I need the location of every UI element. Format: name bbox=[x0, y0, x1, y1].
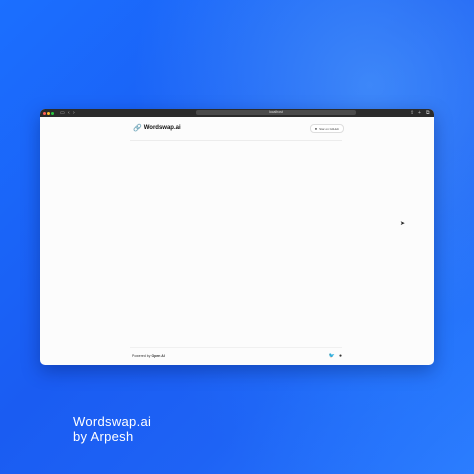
tabs-overview-icon[interactable]: ⧉ bbox=[426, 110, 430, 116]
chevron-right-icon[interactable]: › bbox=[73, 110, 75, 116]
star-on-github-button[interactable]: ● Star on GitHub bbox=[309, 124, 344, 133]
mouse-cursor-icon: ➤ bbox=[400, 221, 406, 227]
minimize-window-button[interactable] bbox=[47, 112, 50, 115]
caption-author: by Arpesh bbox=[73, 429, 134, 444]
app-footer: Powered by Open AI 🐦 ● bbox=[130, 347, 342, 365]
github-icon: ● bbox=[314, 126, 318, 131]
powered-by: Powered by Open AI bbox=[132, 354, 165, 358]
maximize-window-button[interactable] bbox=[51, 112, 54, 115]
link-icon: 🔗 bbox=[133, 125, 142, 132]
new-tab-icon[interactable]: + bbox=[418, 110, 421, 116]
sidebar-icon[interactable]: ▭ bbox=[60, 110, 65, 116]
powered-prefix: Powered by bbox=[132, 354, 151, 358]
app-logo[interactable]: 🔗 Wordswap.ai bbox=[133, 125, 181, 132]
powered-brand-link[interactable]: Open AI bbox=[151, 354, 164, 358]
close-window-button[interactable] bbox=[43, 112, 46, 115]
caption: Wordswap.ai by Arpesh bbox=[73, 414, 151, 444]
github-icon[interactable]: ● bbox=[339, 354, 342, 359]
chevron-left-icon[interactable]: ‹ bbox=[68, 110, 70, 116]
twitter-icon[interactable]: 🐦 bbox=[329, 354, 335, 359]
logo-text: Wordswap.ai bbox=[143, 125, 181, 131]
address-bar[interactable]: localhost bbox=[196, 110, 356, 115]
star-button-label: Star on GitHub bbox=[319, 126, 339, 131]
url-text: localhost bbox=[269, 110, 283, 114]
share-icon[interactable]: ⇪ bbox=[410, 110, 414, 116]
caption-title: Wordswap.ai bbox=[73, 414, 152, 429]
browser-titlebar: ▭ ‹ › localhost ⇪ + ⧉ bbox=[40, 109, 434, 117]
social-links: 🐦 ● bbox=[329, 354, 342, 359]
browser-window: ▭ ‹ › localhost ⇪ + ⧉ 🔗 Wordswap.ai ● St… bbox=[40, 109, 434, 365]
app-header: 🔗 Wordswap.ai ● Star on GitHub bbox=[130, 117, 344, 141]
